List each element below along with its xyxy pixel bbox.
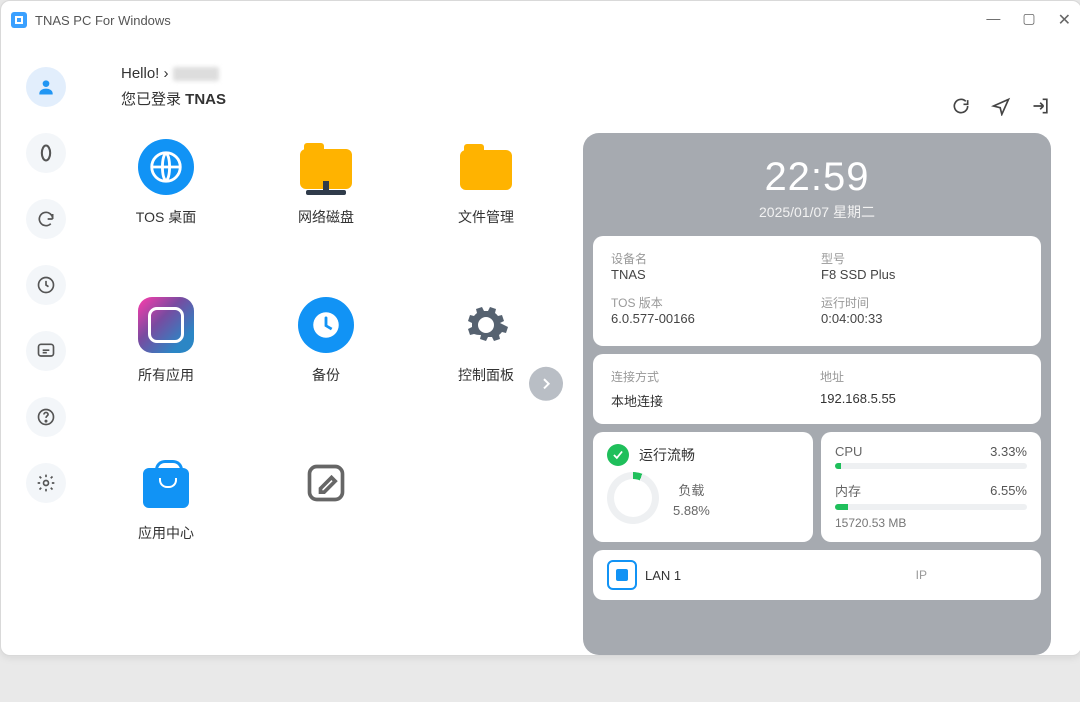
cpu-label: CPU (835, 444, 862, 459)
send-icon[interactable] (991, 96, 1011, 116)
folder-icon (460, 150, 512, 190)
main-area: Hello! › 您已登录 TNAS (91, 39, 1080, 655)
cpu-mem-card: CPU 3.33% 内存 6.55% 15720.53 MB (821, 432, 1041, 542)
logged-in-name: TNAS (185, 91, 226, 108)
app-label: 文件管理 (458, 207, 514, 227)
addr-value: 192.168.5.55 (820, 391, 1023, 406)
smooth-label: 运行流畅 (639, 445, 695, 465)
sidebar-sync-button[interactable] (26, 199, 66, 239)
cpu-value: 3.33% (990, 444, 1027, 459)
ring-icon (36, 143, 56, 163)
device-card: 设备名 TNAS 型号 F8 SSD Plus TOS 版本 6.0.577-0… (593, 236, 1041, 346)
model: F8 SSD Plus (821, 267, 1023, 282)
check-icon (611, 448, 625, 462)
control-panel-gear-icon (458, 297, 514, 353)
app-network-disk[interactable]: 网络磁盘 (281, 139, 371, 227)
device-name: TNAS (611, 267, 813, 282)
app-tos-desktop[interactable]: TOS 桌面 (121, 139, 211, 227)
logout-icon[interactable] (1031, 96, 1051, 116)
lan-ip-label: IP (916, 568, 927, 582)
lan-name: LAN 1 (645, 568, 681, 583)
device-name-label: 设备名 (611, 250, 813, 267)
tos-version: 6.0.577-00166 (611, 311, 813, 326)
model-label: 型号 (821, 250, 1023, 267)
app-label: 网络磁盘 (298, 207, 354, 227)
app-backup[interactable]: 备份 (281, 297, 371, 385)
status-row: 运行流畅 负载 5.88% CPU 3.33% (593, 432, 1041, 542)
app-grid: TOS 桌面 网络磁盘 文件管理 (121, 133, 565, 655)
sidebar-chat-button[interactable] (26, 331, 66, 371)
refresh-icon[interactable] (951, 96, 971, 116)
info-panel: 22:59 2025/01/07 星期二 设备名 TNAS 型号 F8 SSD … (583, 133, 1051, 655)
network-card: 连接方式 本地连接 地址 192.168.5.55 (593, 354, 1041, 424)
conn-label: 连接方式 (611, 368, 814, 385)
addr-label: 地址 (820, 368, 1023, 385)
clock-time: 22:59 (593, 155, 1041, 200)
load-donut (607, 472, 659, 524)
close-button[interactable]: ✕ (1058, 10, 1071, 30)
status-ok-icon (607, 444, 629, 466)
clock-date: 2025/01/07 星期二 (593, 202, 1041, 222)
app-app-center[interactable]: 应用中心 (121, 455, 211, 543)
logged-in-prefix: 您已登录 (121, 91, 185, 108)
sidebar-circle-button[interactable] (26, 133, 66, 173)
edit-icon (298, 455, 354, 511)
app-label: 备份 (312, 365, 340, 385)
gear-icon (36, 473, 56, 493)
app-logo-icon (11, 12, 27, 28)
username-blur (173, 67, 219, 81)
app-all-apps[interactable]: 所有应用 (121, 297, 211, 385)
window-controls: — ▢ ✕ (986, 10, 1071, 30)
app-label: 所有应用 (138, 365, 194, 385)
conn-value: 本地连接 (611, 391, 814, 410)
app-edit[interactable] (281, 455, 371, 543)
app-control-panel[interactable]: 控制面板 (441, 297, 531, 385)
history-icon (36, 275, 56, 295)
top-actions (951, 96, 1051, 116)
hello-text: Hello! › (121, 65, 169, 82)
window-title: TNAS PC For Windows (35, 13, 171, 28)
load-value: 5.88% (673, 503, 710, 518)
network-disk-icon (300, 145, 352, 189)
minimize-button[interactable]: — (986, 10, 1000, 30)
clock-block: 22:59 2025/01/07 星期二 (593, 143, 1041, 228)
sidebar-settings-button[interactable] (26, 463, 66, 503)
load-card: 运行流畅 负载 5.88% (593, 432, 813, 542)
sidebar (1, 39, 91, 655)
lan-card: LAN 1 IP (593, 550, 1041, 600)
maximize-button[interactable]: ▢ (1022, 10, 1035, 30)
sync-icon (36, 209, 56, 229)
globe-icon (138, 139, 194, 195)
logged-in-line: 您已登录 TNAS (121, 88, 1051, 109)
titlebar: TNAS PC For Windows — ▢ ✕ (1, 1, 1080, 39)
next-page-button[interactable] (529, 367, 563, 401)
sidebar-help-button[interactable] (26, 397, 66, 437)
app-file-manager[interactable]: 文件管理 (441, 139, 531, 227)
sidebar-history-button[interactable] (26, 265, 66, 305)
mem-value: 6.55% (990, 483, 1027, 498)
backup-clock-icon (298, 297, 354, 353)
mem-label: 内存 (835, 481, 861, 500)
chevron-right-icon (538, 376, 554, 392)
app-label: 应用中心 (138, 523, 194, 543)
uptime: 0:04:00:33 (821, 311, 1023, 326)
uptime-label: 运行时间 (821, 294, 1023, 311)
app-label: 控制面板 (458, 365, 514, 385)
chat-icon (36, 341, 56, 361)
lan-icon (607, 560, 637, 590)
app-window: TNAS PC For Windows — ▢ ✕ (0, 0, 1080, 656)
sidebar-user-button[interactable] (26, 67, 66, 107)
load-label: 负载 (673, 480, 710, 499)
user-icon (36, 77, 56, 97)
apps-icon (138, 297, 194, 353)
app-label: TOS 桌面 (136, 207, 196, 227)
mem-bar (835, 504, 1027, 510)
shopping-bag-icon (143, 468, 189, 508)
help-icon (36, 407, 56, 427)
tos-label: TOS 版本 (611, 294, 813, 311)
mem-total: 15720.53 MB (835, 516, 1027, 530)
greeting-line: Hello! › (121, 65, 1051, 82)
